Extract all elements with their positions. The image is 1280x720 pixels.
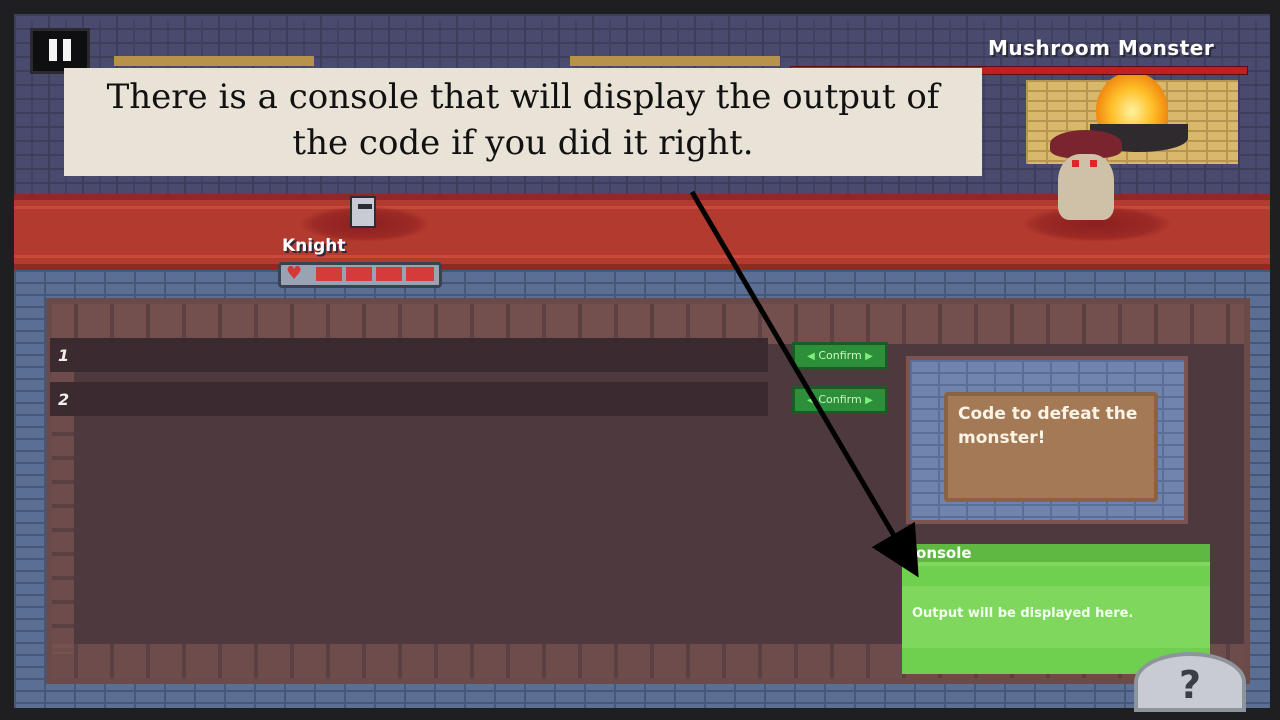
tutorial-arrow (689, 190, 919, 578)
